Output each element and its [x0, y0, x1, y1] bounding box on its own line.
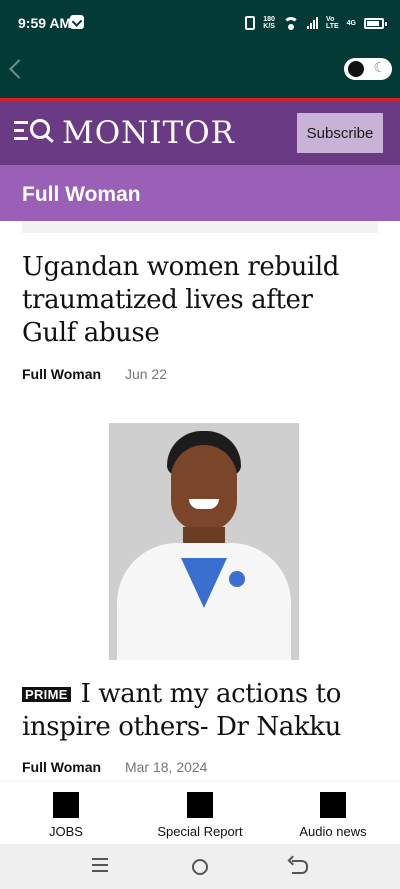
- wifi-icon: [282, 17, 299, 30]
- bottom-nav: JOBS Special Report Audio news: [0, 782, 400, 844]
- toggle-knob: [348, 61, 364, 77]
- status-time: 9:59 AM: [18, 15, 72, 31]
- battery-icon: [364, 17, 387, 29]
- article-meta: Full Woman Jun 22: [22, 366, 167, 382]
- app-notification-icon: [70, 15, 84, 29]
- nav-label: Audio news: [299, 824, 367, 839]
- signal-icon: [306, 17, 318, 29]
- status-bar: 9:59 AM 180 K/S Vo LTE 4G: [0, 0, 400, 46]
- vibrate-icon: [245, 16, 256, 30]
- moon-icon: ☾: [373, 60, 386, 76]
- data-speed-value: 180: [263, 16, 275, 23]
- home-icon[interactable]: [192, 859, 208, 875]
- article-headline[interactable]: Ugandan women rebuild traumatized lives …: [22, 251, 372, 350]
- nav-item-special-report[interactable]: Special Report: [145, 782, 255, 844]
- chevron-left-icon[interactable]: [9, 59, 29, 79]
- nav-item-jobs[interactable]: JOBS: [26, 782, 106, 844]
- recent-apps-icon[interactable]: [92, 858, 108, 872]
- article-category[interactable]: Full Woman: [22, 759, 101, 775]
- system-nav-bar: [0, 844, 400, 889]
- prime-badge: PRIME: [22, 687, 71, 702]
- content-top-divider: [22, 221, 378, 233]
- nav-label: Special Report: [157, 824, 243, 839]
- back-icon[interactable]: [292, 860, 308, 874]
- logo-mark-icon: [14, 119, 54, 147]
- subscribe-button[interactable]: Subscribe: [297, 113, 383, 153]
- dark-mode-toggle[interactable]: ☾: [344, 58, 392, 80]
- special-report-icon: [187, 792, 213, 818]
- volte-indicator: Vo LTE: [326, 16, 339, 30]
- section-title: Full Woman: [22, 183, 141, 206]
- article-meta: Full Woman Mar 18, 2024: [22, 759, 207, 775]
- volte-bottom: LTE: [325, 23, 339, 30]
- jobs-icon: [53, 792, 79, 818]
- data-speed-unit: K/S: [263, 23, 275, 30]
- site-header: MONITOR Subscribe: [0, 101, 400, 165]
- data-speed: 180 K/S: [263, 16, 275, 30]
- volte-top: Vo: [325, 16, 335, 23]
- article-date: Jun 22: [124, 366, 168, 382]
- section-header: Full Woman: [0, 165, 400, 221]
- article-date: Mar 18, 2024: [124, 759, 208, 775]
- app-toolbar: ☾: [0, 46, 400, 98]
- nav-item-audio-news[interactable]: Audio news: [288, 782, 378, 844]
- article-category[interactable]: Full Woman: [22, 366, 101, 382]
- status-icons: 180 K/S Vo LTE 4G: [245, 14, 387, 32]
- network-type: 4G: [346, 19, 356, 27]
- audio-news-icon: [320, 792, 346, 818]
- article-headline-prime[interactable]: PRIME I want my actions to inspire others…: [22, 678, 382, 744]
- logo-text: MONITOR: [62, 115, 235, 151]
- nav-label: JOBS: [49, 824, 83, 839]
- monitor-logo[interactable]: MONITOR: [14, 115, 235, 151]
- article-image[interactable]: [109, 423, 299, 660]
